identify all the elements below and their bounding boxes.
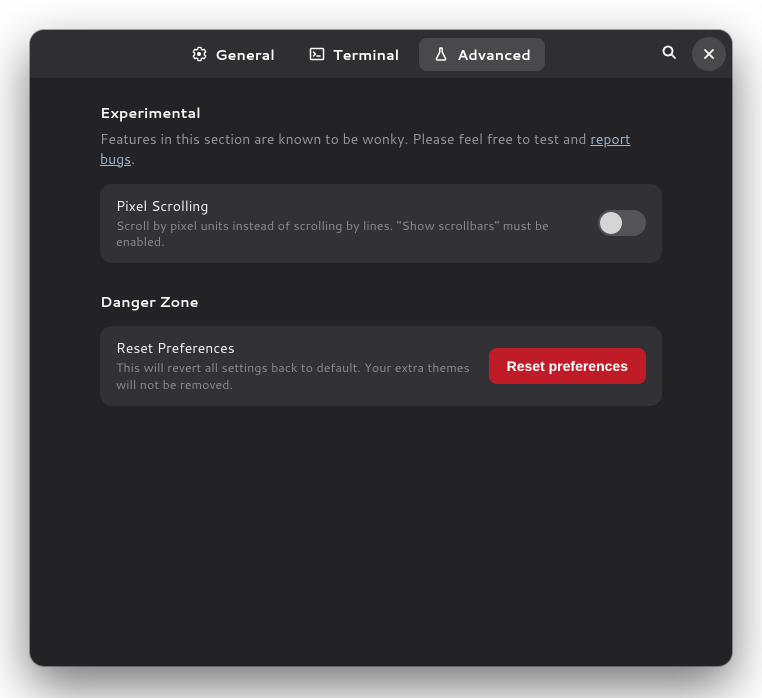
tab-advanced-label: Advanced (457, 44, 531, 65)
search-button[interactable] (652, 37, 686, 71)
headerbar: General Terminal Advanced (30, 30, 732, 78)
tab-terminal-label: Terminal (333, 44, 399, 65)
content-area: Experimental Features in this section ar… (30, 78, 732, 458)
pixel-scrolling-toggle[interactable] (598, 210, 646, 236)
pixel-scrolling-text: Pixel Scrolling Scroll by pixel units in… (116, 196, 582, 252)
tab-advanced[interactable]: Advanced (419, 38, 545, 71)
reset-preferences-row: Reset Preferences This will revert all s… (100, 326, 662, 406)
tab-general-label: General (215, 44, 275, 65)
toggle-knob (600, 212, 622, 234)
pixel-scrolling-desc: Scroll by pixel units instead of scrolli… (116, 218, 582, 252)
header-spacer (36, 37, 70, 71)
reset-preferences-desc: This will revert all settings back to de… (116, 360, 473, 394)
experimental-section: Experimental Features in this section ar… (100, 102, 662, 263)
danger-zone-heading: Danger Zone (100, 291, 662, 312)
close-icon (703, 43, 715, 66)
tab-general[interactable]: General (177, 38, 289, 71)
preferences-window: General Terminal Advanced (30, 30, 732, 666)
terminal-icon (309, 46, 325, 62)
gear-icon (191, 46, 207, 62)
experimental-desc-text: Features in this section are known to be… (100, 129, 590, 149)
reset-preferences-title: Reset Preferences (116, 338, 473, 358)
pixel-scrolling-title: Pixel Scrolling (116, 196, 582, 216)
reset-preferences-button[interactable]: Reset preferences (489, 348, 646, 384)
pixel-scrolling-row: Pixel Scrolling Scroll by pixel units in… (100, 184, 662, 264)
flask-icon (433, 46, 449, 62)
experimental-description: Features in this section are known to be… (100, 129, 662, 170)
danger-zone-section: Danger Zone Reset Preferences This will … (100, 291, 662, 406)
tab-switcher: General Terminal Advanced (76, 38, 646, 71)
experimental-heading: Experimental (100, 102, 662, 123)
reset-preferences-text: Reset Preferences This will revert all s… (116, 338, 473, 394)
tab-terminal[interactable]: Terminal (295, 38, 413, 71)
search-icon (661, 43, 677, 66)
close-button[interactable] (692, 37, 726, 71)
experimental-desc-suffix: . (131, 149, 135, 169)
